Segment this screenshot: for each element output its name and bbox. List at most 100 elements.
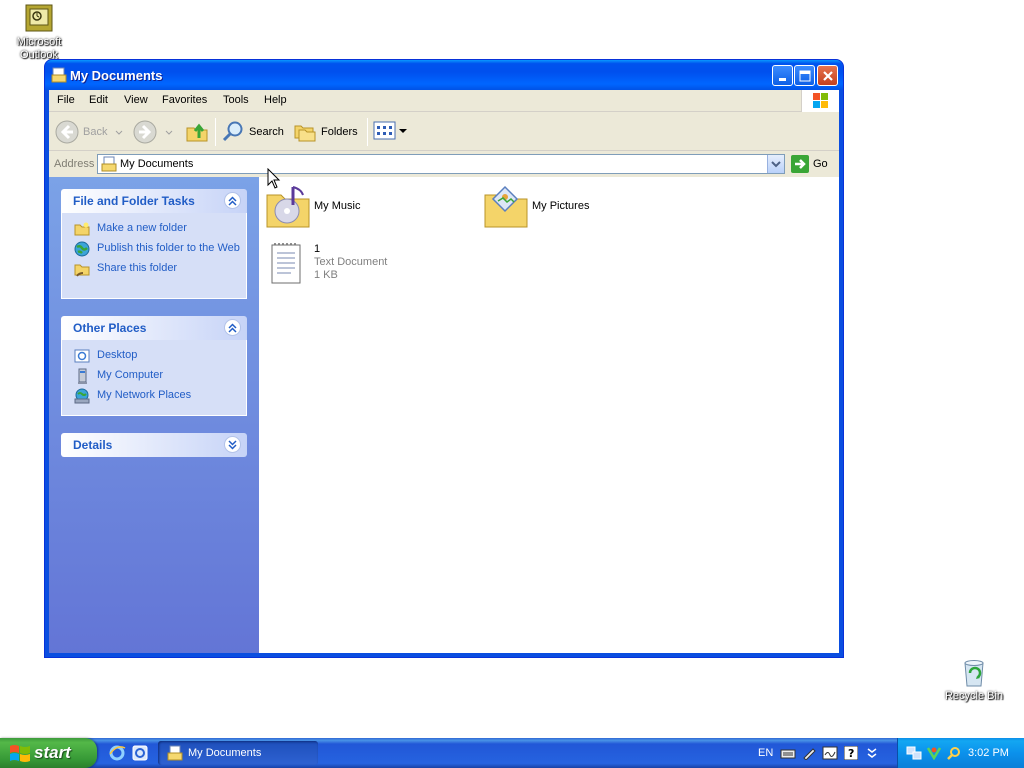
- start-label: start: [34, 743, 71, 762]
- desktop-icon-label: Recycle Bin: [944, 690, 1004, 702]
- other-places-panel: Other Places Desktop My Computer My Netw…: [61, 316, 247, 416]
- menu-bar: File Edit View Favorites Tools Help: [49, 90, 839, 112]
- menu-tools[interactable]: Tools: [223, 94, 249, 106]
- file-type: Text Document: [314, 256, 388, 268]
- collapse-icon[interactable]: [224, 192, 241, 209]
- panel-title: Details: [73, 438, 113, 452]
- handwriting-icon[interactable]: [822, 746, 838, 760]
- pen-icon[interactable]: [802, 746, 816, 761]
- search-tray-icon[interactable]: [946, 746, 960, 760]
- network-icon: [74, 388, 90, 404]
- outlook-icon: [23, 2, 55, 34]
- desktop-icon-outlook[interactable]: Microsoft Outlook: [1, 2, 77, 62]
- collapse-icon[interactable]: [224, 319, 241, 336]
- publish-web-link[interactable]: Publish this folder to the Web: [62, 241, 246, 257]
- go-label: Go: [813, 158, 828, 170]
- folders-button[interactable]: Folders: [293, 119, 363, 145]
- desktop-icon: [74, 349, 90, 363]
- network-connection-icon[interactable]: [906, 746, 922, 760]
- my-computer-link[interactable]: My Computer: [62, 368, 246, 384]
- close-button[interactable]: [817, 65, 838, 86]
- options-icon[interactable]: [866, 746, 880, 760]
- menu-view[interactable]: View: [124, 94, 148, 106]
- my-documents-icon: [167, 745, 183, 761]
- panel-header[interactable]: Details: [61, 433, 247, 457]
- file-item-text-document[interactable]: 1 Text Document 1 KB: [265, 241, 465, 291]
- panel-header[interactable]: Other Places: [61, 316, 247, 340]
- address-bar: Address My Documents Go: [49, 152, 839, 176]
- maximize-button[interactable]: [794, 65, 815, 86]
- file-name: 1: [314, 243, 321, 255]
- my-network-places-link[interactable]: My Network Places: [62, 388, 246, 404]
- go-arrow-icon: [791, 155, 809, 173]
- address-input[interactable]: My Documents: [97, 154, 785, 174]
- chevron-down-icon: [399, 129, 407, 133]
- go-button[interactable]: Go: [791, 155, 828, 173]
- close-icon: [823, 71, 833, 81]
- taskbar-button-label: My Documents: [188, 747, 262, 759]
- language-indicator[interactable]: EN: [758, 747, 773, 759]
- window-body: File Edit View Favorites Tools Help Back: [49, 90, 839, 653]
- address-dropdown-button[interactable]: [767, 155, 784, 173]
- security-shield-icon[interactable]: [926, 746, 942, 761]
- keyboard-icon[interactable]: [780, 746, 796, 760]
- search-button[interactable]: Search: [221, 119, 287, 145]
- start-button[interactable]: start: [0, 738, 97, 768]
- svg-text:?: ?: [848, 747, 854, 760]
- expand-icon[interactable]: [224, 436, 241, 453]
- desktop-icon-label: Microsoft Outlook: [16, 36, 62, 61]
- minimize-button[interactable]: [772, 65, 793, 86]
- help-icon[interactable]: ?: [843, 745, 859, 761]
- menu-file[interactable]: File: [57, 94, 75, 106]
- search-label: Search: [249, 126, 284, 138]
- search-icon: [222, 121, 243, 142]
- folders-icon: [294, 125, 316, 142]
- pictures-folder-icon: [484, 185, 528, 228]
- show-desktop-icon[interactable]: [131, 744, 149, 762]
- share-folder-link[interactable]: Share this folder: [62, 262, 246, 277]
- new-folder-icon: [74, 222, 90, 236]
- toolbar: Back Search Folders: [49, 113, 839, 151]
- details-panel: Details: [61, 433, 247, 457]
- menu-favorites[interactable]: Favorites: [162, 94, 207, 106]
- menu-edit[interactable]: Edit: [89, 94, 108, 106]
- file-name: My Pictures: [532, 200, 590, 212]
- taskbar: start My Documents EN ? 3:02 PM: [0, 738, 1024, 768]
- make-new-folder-link[interactable]: Make a new folder: [62, 222, 246, 236]
- back-arrow-icon: [55, 120, 79, 144]
- internet-explorer-icon[interactable]: [108, 744, 126, 762]
- file-item-my-music[interactable]: My Music: [265, 183, 465, 235]
- toolbar-separator: [367, 118, 368, 146]
- chevron-down-icon: [165, 130, 173, 135]
- forward-button[interactable]: [133, 119, 173, 145]
- computer-icon: [78, 368, 87, 384]
- menu-help[interactable]: Help: [264, 94, 287, 106]
- title-bar[interactable]: My Documents: [45, 60, 843, 90]
- desktop-link[interactable]: Desktop: [62, 349, 246, 363]
- minimize-icon: [779, 78, 786, 81]
- back-label: Back: [83, 126, 108, 138]
- panel-title: Other Places: [73, 321, 147, 335]
- mouse-cursor-icon: [267, 168, 281, 189]
- windows-logo-icon: [10, 745, 30, 762]
- panel-title: File and Folder Tasks: [73, 194, 195, 208]
- file-item-my-pictures[interactable]: My Pictures: [483, 183, 683, 235]
- forward-arrow-icon: [133, 120, 157, 144]
- my-documents-icon: [51, 67, 67, 83]
- clock[interactable]: 3:02 PM: [968, 747, 1009, 759]
- task-pane: File and Folder Tasks Make a new folder …: [49, 177, 259, 653]
- recycle-bin-icon: [958, 656, 990, 688]
- chevron-down-icon: [115, 130, 123, 135]
- file-list-view[interactable]: My Music My Pictures 1 Text Document 1 K…: [259, 177, 839, 653]
- windows-logo-icon: [801, 90, 839, 112]
- globe-icon: [74, 241, 90, 257]
- file-name: My Music: [314, 200, 361, 212]
- toolbar-separator: [215, 118, 216, 146]
- up-folder-button[interactable]: [185, 119, 211, 145]
- views-button[interactable]: [373, 119, 407, 145]
- back-button[interactable]: Back: [55, 119, 125, 145]
- panel-header[interactable]: File and Folder Tasks: [61, 189, 247, 213]
- taskbar-button-my-documents[interactable]: My Documents: [158, 741, 318, 765]
- address-value: My Documents: [120, 158, 194, 170]
- desktop-icon-recycle-bin[interactable]: Recycle Bin: [936, 656, 1012, 703]
